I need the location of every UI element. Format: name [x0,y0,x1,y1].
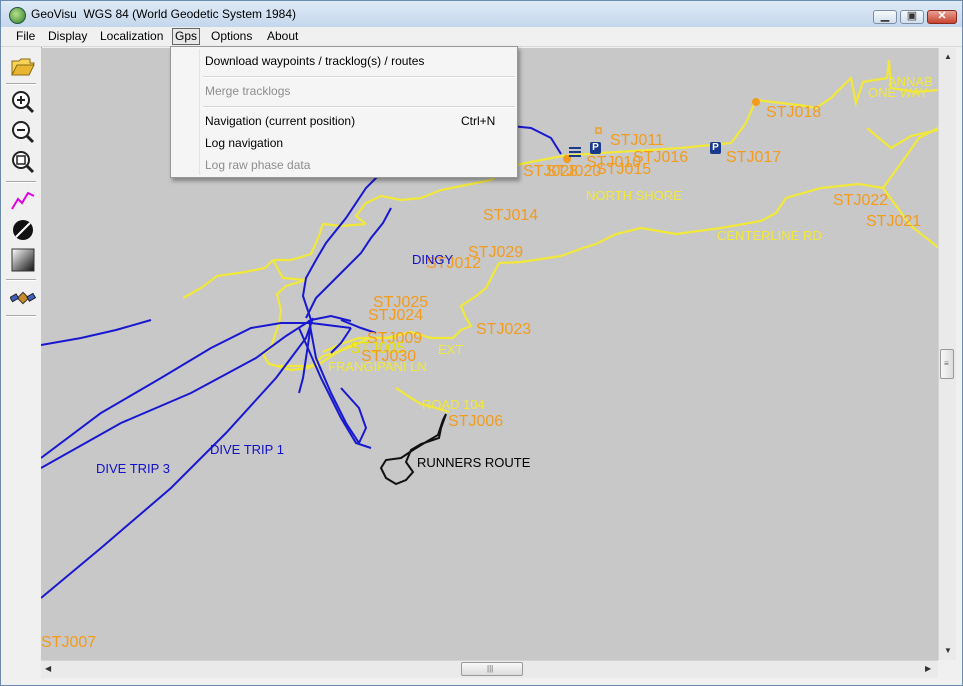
menu-item-download[interactable]: Download waypoints / tracklog(s) / route… [205,54,424,68]
scroll-down-icon[interactable]: ▼ [944,646,952,655]
close-button[interactable]: ✕ [927,10,957,24]
vertical-scroll-thumb[interactable]: ≡ [940,349,954,379]
grip-icon: ≡ [944,359,949,368]
toolbar-separator [6,279,36,281]
track-label[interactable]: DINGY [412,252,453,268]
road-label: EXT [438,342,464,357]
globe-icon [9,7,26,24]
menu-item-log-navigation[interactable]: Log navigation [205,136,283,150]
horizontal-scrollbar[interactable]: ◀ ||| ▶ [41,660,938,678]
waypoint-label[interactable]: STJ017 [726,150,781,166]
parking-icon: P [710,142,721,154]
menu-shortcut: Ctrl+N [461,114,496,128]
road-label: ANNAB [888,74,933,89]
track-label[interactable]: RUNNERS ROUTE [417,455,530,471]
waypoint-label[interactable]: STJ018 [766,105,821,121]
menu-gps[interactable]: Gps [172,28,201,45]
maximize-button[interactable]: ▣ [900,10,924,24]
menu-gutter [199,49,200,175]
menu-options[interactable]: Options [209,29,254,44]
toolbar-separator [6,181,36,183]
waypoint-label[interactable]: STJ024 [368,308,423,324]
app-window: GeoVisu WGS 84 (World Geodetic System 19… [0,0,963,686]
waypoint-label[interactable]: STJ014 [483,208,538,224]
scroll-right-icon[interactable]: ▶ [925,664,931,673]
window-title: GeoVisu WGS 84 (World Geodetic System 19… [31,7,297,21]
scroll-up-icon[interactable]: ▲ [944,52,952,61]
minimize-button[interactable]: ▁ [873,10,897,24]
road-label: FRANGIPANI LN [328,359,427,374]
waypoint-label[interactable]: STJ028 [523,164,578,180]
menu-separator [203,76,515,78]
runners-route-track [379,413,447,486]
waypoint-marker [595,127,602,134]
toolbar-separator [6,83,36,85]
scroll-left-icon[interactable]: ◀ [45,664,51,673]
dive-tracks [41,116,562,599]
minimize-icon: ▁ [880,10,890,22]
parking-icon: P [590,142,601,154]
waypoint-label[interactable]: STJ021 [866,214,921,230]
menu-about[interactable]: About [265,29,300,44]
gps-dropdown-menu: Download waypoints / tracklog(s) / route… [170,46,518,178]
road-label: NORTH SHORE [586,188,682,203]
track-icon[interactable] [10,187,36,213]
waypoint-marker [752,98,760,106]
horizontal-scroll-thumb[interactable]: ||| [461,662,523,676]
menu-separator [203,106,515,108]
road-label: ROAD 104 [422,397,485,412]
side-toolbar [1,47,42,663]
track-label[interactable]: DIVE TRIP 1 [210,442,284,458]
grip-icon: ||| [487,664,494,673]
route-icon[interactable] [10,217,36,243]
menu-file[interactable]: File [14,29,37,44]
waypoint-label[interactable]: STJ006 [448,414,503,430]
vertical-scrollbar[interactable]: ▲ ≡ ▼ [938,48,956,660]
menu-bar: File Display Localization Gps Options Ab… [1,27,962,47]
track-label[interactable]: DIVE TRIP 3 [96,461,170,477]
waypoint-label[interactable]: STJ011 [610,133,664,149]
road-label: CENTERLINE RD [717,228,822,243]
shading-icon[interactable] [10,247,36,273]
toolbar-separator [6,315,36,317]
maximize-icon: ▣ [906,10,918,22]
waypoint-label[interactable]: STJ007 [41,635,96,651]
satellite-icon[interactable] [9,285,37,311]
zoom-fit-icon[interactable] [10,149,36,175]
open-folder-icon[interactable] [10,53,36,79]
menu-item-log-raw-phase[interactable]: Log raw phase data [205,158,310,172]
menu-item-navigation[interactable]: Navigation (current position) [205,114,355,128]
zoom-in-icon[interactable] [10,89,36,115]
close-icon: ✕ [937,10,947,22]
title-bar[interactable]: GeoVisu WGS 84 (World Geodetic System 19… [1,1,962,27]
zoom-out-icon[interactable] [10,119,36,145]
menu-display[interactable]: Display [46,29,89,44]
menu-item-merge-tracklogs[interactable]: Merge tracklogs [205,84,290,98]
menu-localization[interactable]: Localization [98,29,165,44]
waypoint-label[interactable]: STJ023 [476,322,531,338]
waypoint-label[interactable]: STJ022 [833,193,888,209]
